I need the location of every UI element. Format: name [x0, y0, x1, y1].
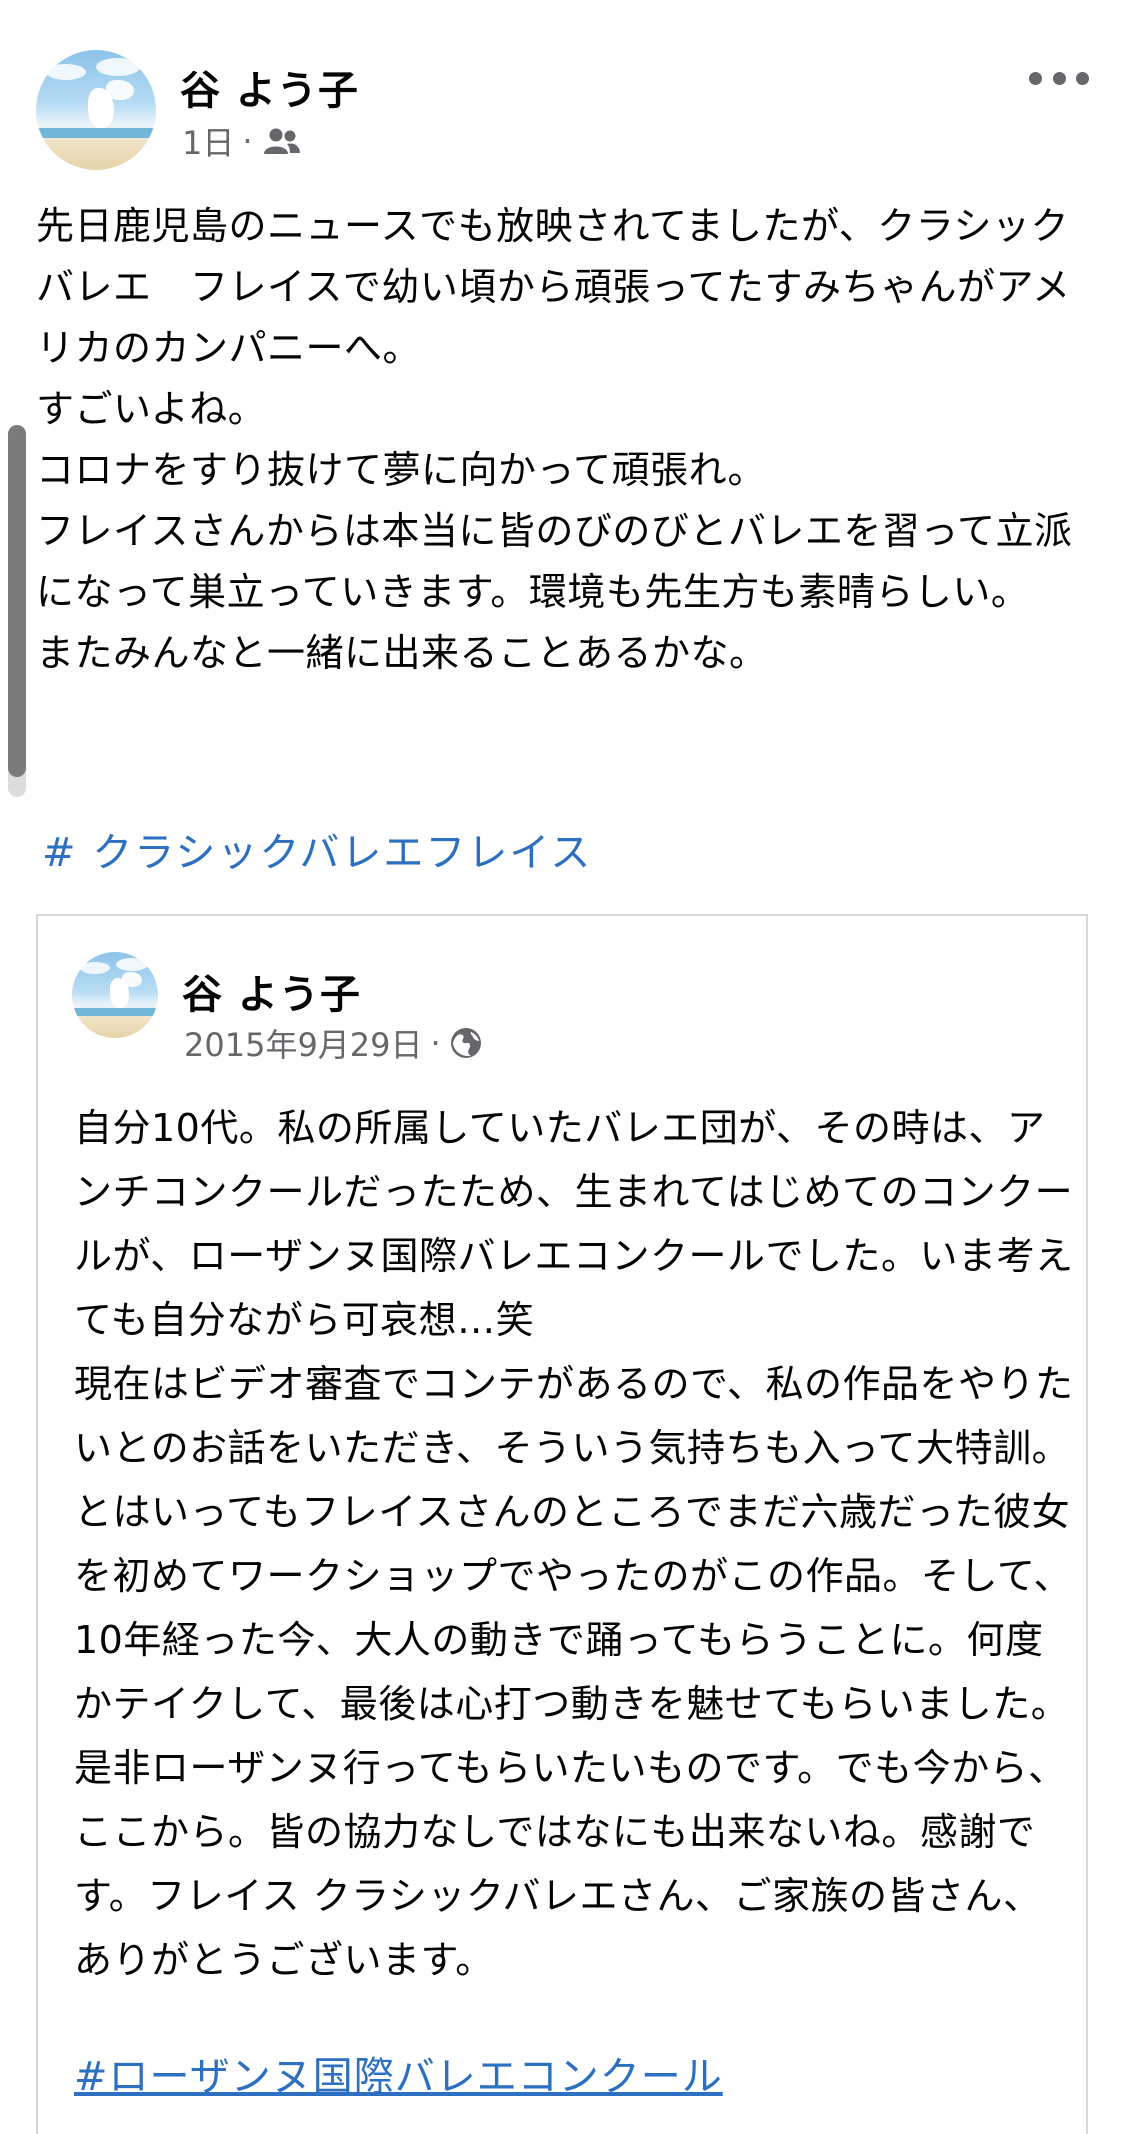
globe-icon — [450, 1028, 481, 1058]
post-text: 先日鹿児島のニュースでも放映されてましたが、クラシックバレエ フレイスで幼い頃か… — [36, 204, 1073, 675]
post-header: 谷 よう子 1日 · — [36, 48, 1089, 178]
shared-post-meta: 2015年9月29日 · — [184, 1020, 483, 1066]
shared-meta-separator: · — [430, 1024, 441, 1062]
post-hashtag[interactable]: # クラシックバレエフレイス — [42, 820, 592, 878]
post-time[interactable]: 1日 — [182, 118, 234, 164]
shared-post-card[interactable]: 谷 よう子 2015年9月29日 · 自分10代。私の所属していたバレエ団が、そ… — [36, 914, 1088, 2134]
friends-icon — [263, 128, 300, 154]
shared-post-date[interactable]: 2015年9月29日 — [184, 1020, 423, 1066]
scrollbar[interactable] — [8, 425, 26, 797]
shared-author-name[interactable]: 谷 よう子 — [182, 962, 361, 1020]
shared-author-avatar[interactable] — [72, 952, 158, 1038]
shared-post-hashtag[interactable]: #ローザンヌ国際バレエコンクール — [74, 2044, 723, 2102]
post-meta: 1日 · — [182, 118, 301, 164]
author-name[interactable]: 谷 よう子 — [180, 58, 359, 116]
scrollbar-thumb[interactable] — [8, 425, 26, 777]
more-options-icon[interactable] — [1029, 66, 1089, 90]
author-avatar[interactable] — [36, 50, 156, 170]
shared-post-text: 自分10代。私の所属していたバレエ団が、その時は、アンチコンクールだったため、生… — [74, 1106, 1074, 1982]
meta-separator: · — [242, 122, 253, 160]
